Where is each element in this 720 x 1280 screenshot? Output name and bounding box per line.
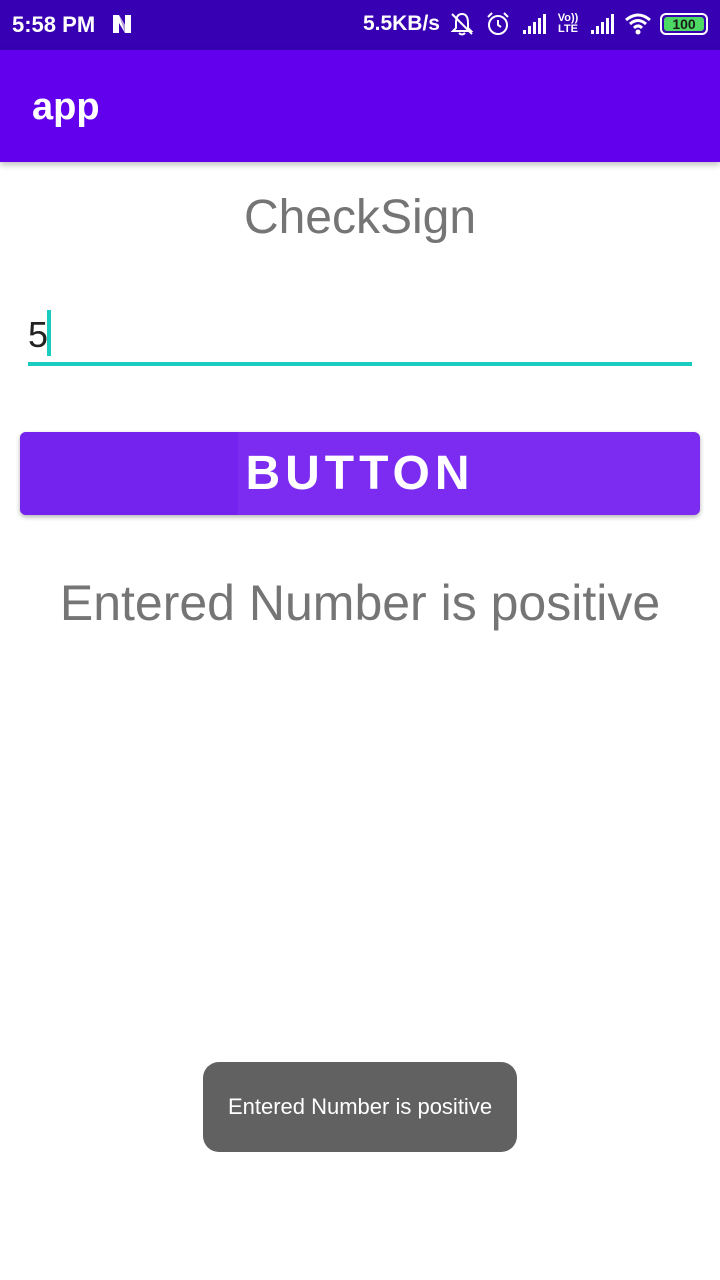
app-bar: app [0,50,720,162]
number-input-value[interactable]: 5 [28,314,48,356]
status-bar: 5:58 PM 5.5KB/s Vo)) LTE 100 [0,0,720,50]
result-text: Entered Number is positive [59,575,661,631]
check-button-label: BUTTON [245,447,475,500]
signal-icon [520,10,548,38]
alarm-icon [484,10,512,38]
mute-bell-icon [448,10,476,38]
battery-level: 100 [664,17,704,31]
wifi-icon [624,10,652,38]
lte-label: LTE [558,23,578,35]
status-time: 5:58 PM [12,12,96,37]
lte-indicator: Vo)) LTE [556,13,580,35]
signal-icon [588,10,616,38]
text-cursor [47,310,51,356]
check-button[interactable]: BUTTON [20,432,700,515]
net-speed: 5.5KB/s [362,12,440,35]
page-heading: CheckSign [243,191,477,244]
toast-message: Entered Number is positive [203,1062,517,1152]
number-input-field[interactable]: 5 [28,308,692,366]
notification-n-icon [110,12,134,36]
app-title: app [32,86,100,128]
battery-icon: 100 [660,13,708,35]
input-underline [28,362,692,366]
status-icons: 5.5KB/s Vo)) LTE 100 [363,10,708,38]
